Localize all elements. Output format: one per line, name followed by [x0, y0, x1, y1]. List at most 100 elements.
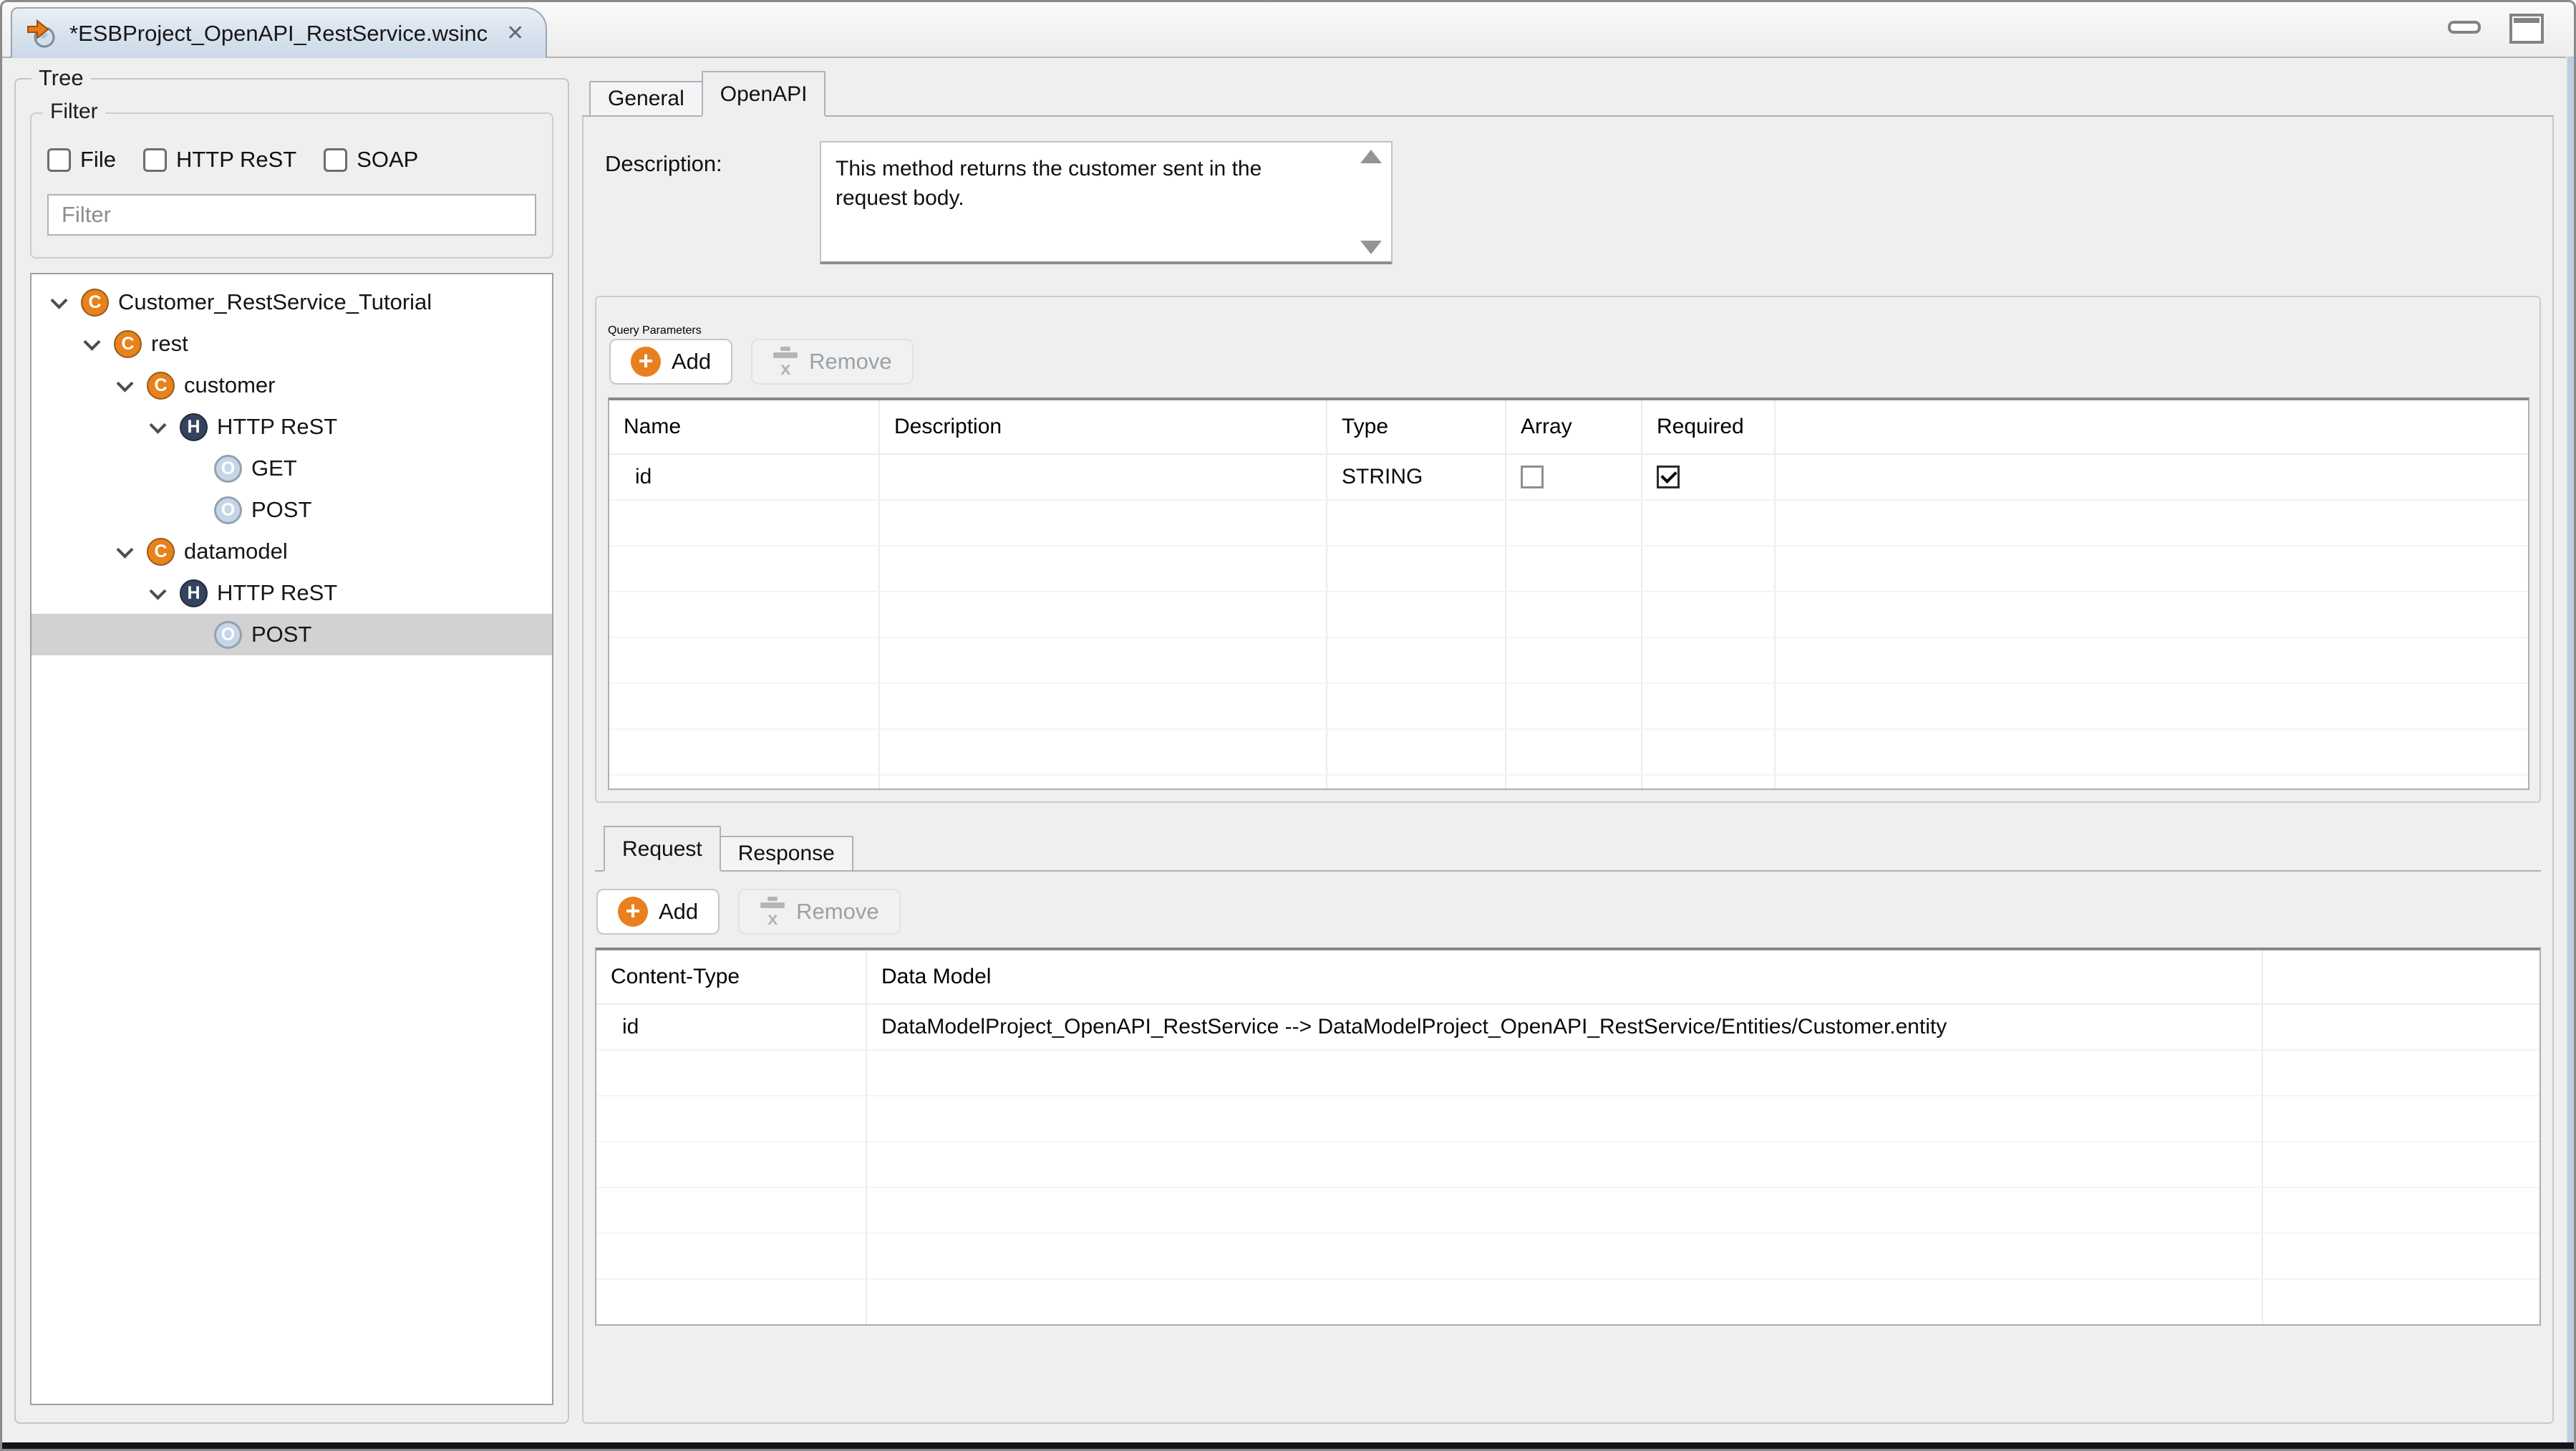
request-response-folder: Request Response + Add x — [595, 824, 2541, 1326]
filter-group: Filter File HTTP ReST SOAP — [30, 112, 553, 259]
scroll-down-icon[interactable] — [1360, 241, 1382, 254]
tree-node-customer[interactable]: C customer — [32, 365, 552, 406]
http-rest-checkbox[interactable] — [143, 148, 167, 172]
empty-row — [609, 546, 2528, 592]
window-right-accent — [2566, 57, 2574, 1449]
column-header-type[interactable]: Type — [1327, 400, 1506, 453]
param-name-cell[interactable]: id — [609, 455, 880, 499]
remove-content-type-button[interactable]: x Remove — [738, 889, 900, 935]
plus-icon: + — [631, 347, 661, 377]
empty-row — [596, 1234, 2539, 1280]
empty-row — [596, 1096, 2539, 1142]
detail-panel: General OpenAPI Description: This method… — [582, 67, 2554, 1424]
description-scrollbar[interactable] — [1357, 150, 1385, 254]
file-checkbox[interactable] — [47, 148, 71, 172]
column-header-description[interactable]: Description — [880, 400, 1327, 453]
description-label: Description: — [605, 141, 820, 264]
operation-icon: O — [214, 496, 242, 524]
request-table-header: Content-Type Data Model — [596, 950, 2539, 1005]
request-row-id[interactable]: id DataModelProject_OpenAPI_RestService … — [596, 1005, 2539, 1051]
soap-checkbox[interactable] — [324, 148, 347, 172]
maximize-icon[interactable] — [2509, 14, 2544, 44]
editor-file-tab[interactable]: *ESBProject_OpenAPI_RestService.wsinc ✕ — [11, 7, 547, 58]
remove-parameter-button[interactable]: x Remove — [751, 339, 913, 385]
param-type-cell[interactable]: STRING — [1327, 455, 1506, 499]
tree-node-customer-restservice-tutorial[interactable]: C Customer_RestService_Tutorial — [32, 281, 552, 323]
empty-row — [596, 1051, 2539, 1096]
query-parameter-row-id[interactable]: id STRING — [609, 455, 2528, 501]
query-parameters-header: Name Description Type Array Required — [609, 400, 2528, 455]
description-textarea[interactable]: This method returns the customer sent in… — [820, 141, 1393, 264]
param-required-cell — [1642, 455, 1776, 499]
tree-node-label: Customer_RestService_Tutorial — [118, 289, 432, 315]
empty-row — [609, 730, 2528, 776]
add-parameter-button[interactable]: + Add — [609, 339, 732, 385]
column-header-filler — [2263, 950, 2539, 1003]
chevron-down-icon[interactable] — [149, 582, 166, 599]
column-header-array[interactable]: Array — [1506, 400, 1642, 453]
add-button-label: Add — [672, 349, 711, 375]
query-parameters-table: Name Description Type Array Required id … — [608, 397, 2529, 790]
param-description-cell[interactable] — [880, 455, 1327, 499]
filter-checkbox-http-rest[interactable]: HTTP ReST — [143, 147, 296, 173]
tree-node-label: rest — [151, 331, 188, 357]
tree-node-datamodel[interactable]: C datamodel — [32, 531, 552, 572]
tree-node-rest[interactable]: C rest — [32, 323, 552, 365]
tab-openapi[interactable]: OpenAPI — [702, 71, 826, 117]
minimize-icon[interactable] — [2448, 21, 2481, 34]
scroll-up-icon[interactable] — [1360, 150, 1382, 163]
tree-node-post[interactable]: O POST — [32, 489, 552, 531]
query-parameters-title: Query Parameters — [608, 324, 702, 337]
filter-input[interactable] — [47, 194, 536, 236]
operation-icon: O — [214, 455, 242, 483]
openapi-tab-content: Description: This method returns the cus… — [582, 117, 2554, 1424]
array-checkbox[interactable] — [1521, 466, 1544, 488]
chevron-down-icon[interactable] — [83, 333, 100, 350]
chevron-down-icon[interactable] — [116, 541, 133, 558]
request-response-tabs: Request Response — [595, 824, 2541, 872]
file-tab-title: *ESBProject_OpenAPI_RestService.wsinc — [69, 21, 488, 47]
http-binding-icon: H — [180, 413, 208, 441]
tab-response[interactable]: Response — [720, 836, 853, 870]
description-text: This method returns the customer sent in… — [836, 157, 1262, 210]
data-model-cell[interactable]: DataModelProject_OpenAPI_RestService -->… — [867, 1005, 2263, 1049]
content-type-cell[interactable]: id — [596, 1005, 867, 1049]
column-header-name[interactable]: Name — [609, 400, 880, 453]
column-header-required[interactable]: Required — [1642, 400, 1776, 453]
trash-icon: x — [773, 347, 798, 377]
chevron-down-icon[interactable] — [116, 375, 133, 392]
request-actions: + Add x Remove — [596, 889, 2541, 935]
empty-row — [609, 501, 2528, 546]
chevron-down-icon[interactable] — [50, 291, 67, 309]
column-header-content-type[interactable]: Content-Type — [596, 950, 867, 1003]
tree-node-http-rest-2[interactable]: H HTTP ReST — [32, 572, 552, 614]
window-bottom-edge — [2, 1442, 2574, 1449]
request-tab-content: + Add x Remove — [595, 872, 2541, 1326]
main-content: Tree Filter File HTTP ReST — [4, 59, 2562, 1442]
tab-general[interactable]: General — [589, 81, 703, 115]
filter-checkbox-file[interactable]: File — [47, 147, 116, 173]
param-array-cell — [1506, 455, 1642, 499]
required-checkbox[interactable] — [1657, 466, 1680, 488]
http-binding-icon: H — [180, 579, 208, 607]
editor-tabbar: *ESBProject_OpenAPI_RestService.wsinc ✕ — [2, 2, 2574, 58]
chevron-down-icon[interactable] — [149, 416, 166, 433]
category-icon: C — [114, 330, 142, 358]
add-content-type-button[interactable]: + Add — [596, 889, 720, 935]
column-header-data-model[interactable]: Data Model — [867, 950, 2263, 1003]
tab-request[interactable]: Request — [604, 826, 721, 872]
wsinc-file-icon — [26, 18, 58, 49]
tree-node-label: HTTP ReST — [217, 580, 337, 606]
empty-row — [609, 638, 2528, 684]
column-header-filler — [1776, 400, 2528, 453]
remove-button-label: Remove — [809, 349, 891, 375]
tree-node-post-selected[interactable]: O POST — [32, 614, 552, 655]
tree-node-get[interactable]: O GET — [32, 448, 552, 489]
empty-row — [609, 684, 2528, 730]
detail-tabs: General OpenAPI — [582, 67, 2554, 117]
tree-node-label: POST — [251, 497, 311, 523]
close-tab-icon[interactable]: ✕ — [506, 21, 524, 46]
tree-node-http-rest[interactable]: H HTTP ReST — [32, 406, 552, 448]
query-parameters-actions: + Add x Remove — [609, 339, 2529, 385]
filter-checkbox-soap[interactable]: SOAP — [324, 147, 418, 173]
